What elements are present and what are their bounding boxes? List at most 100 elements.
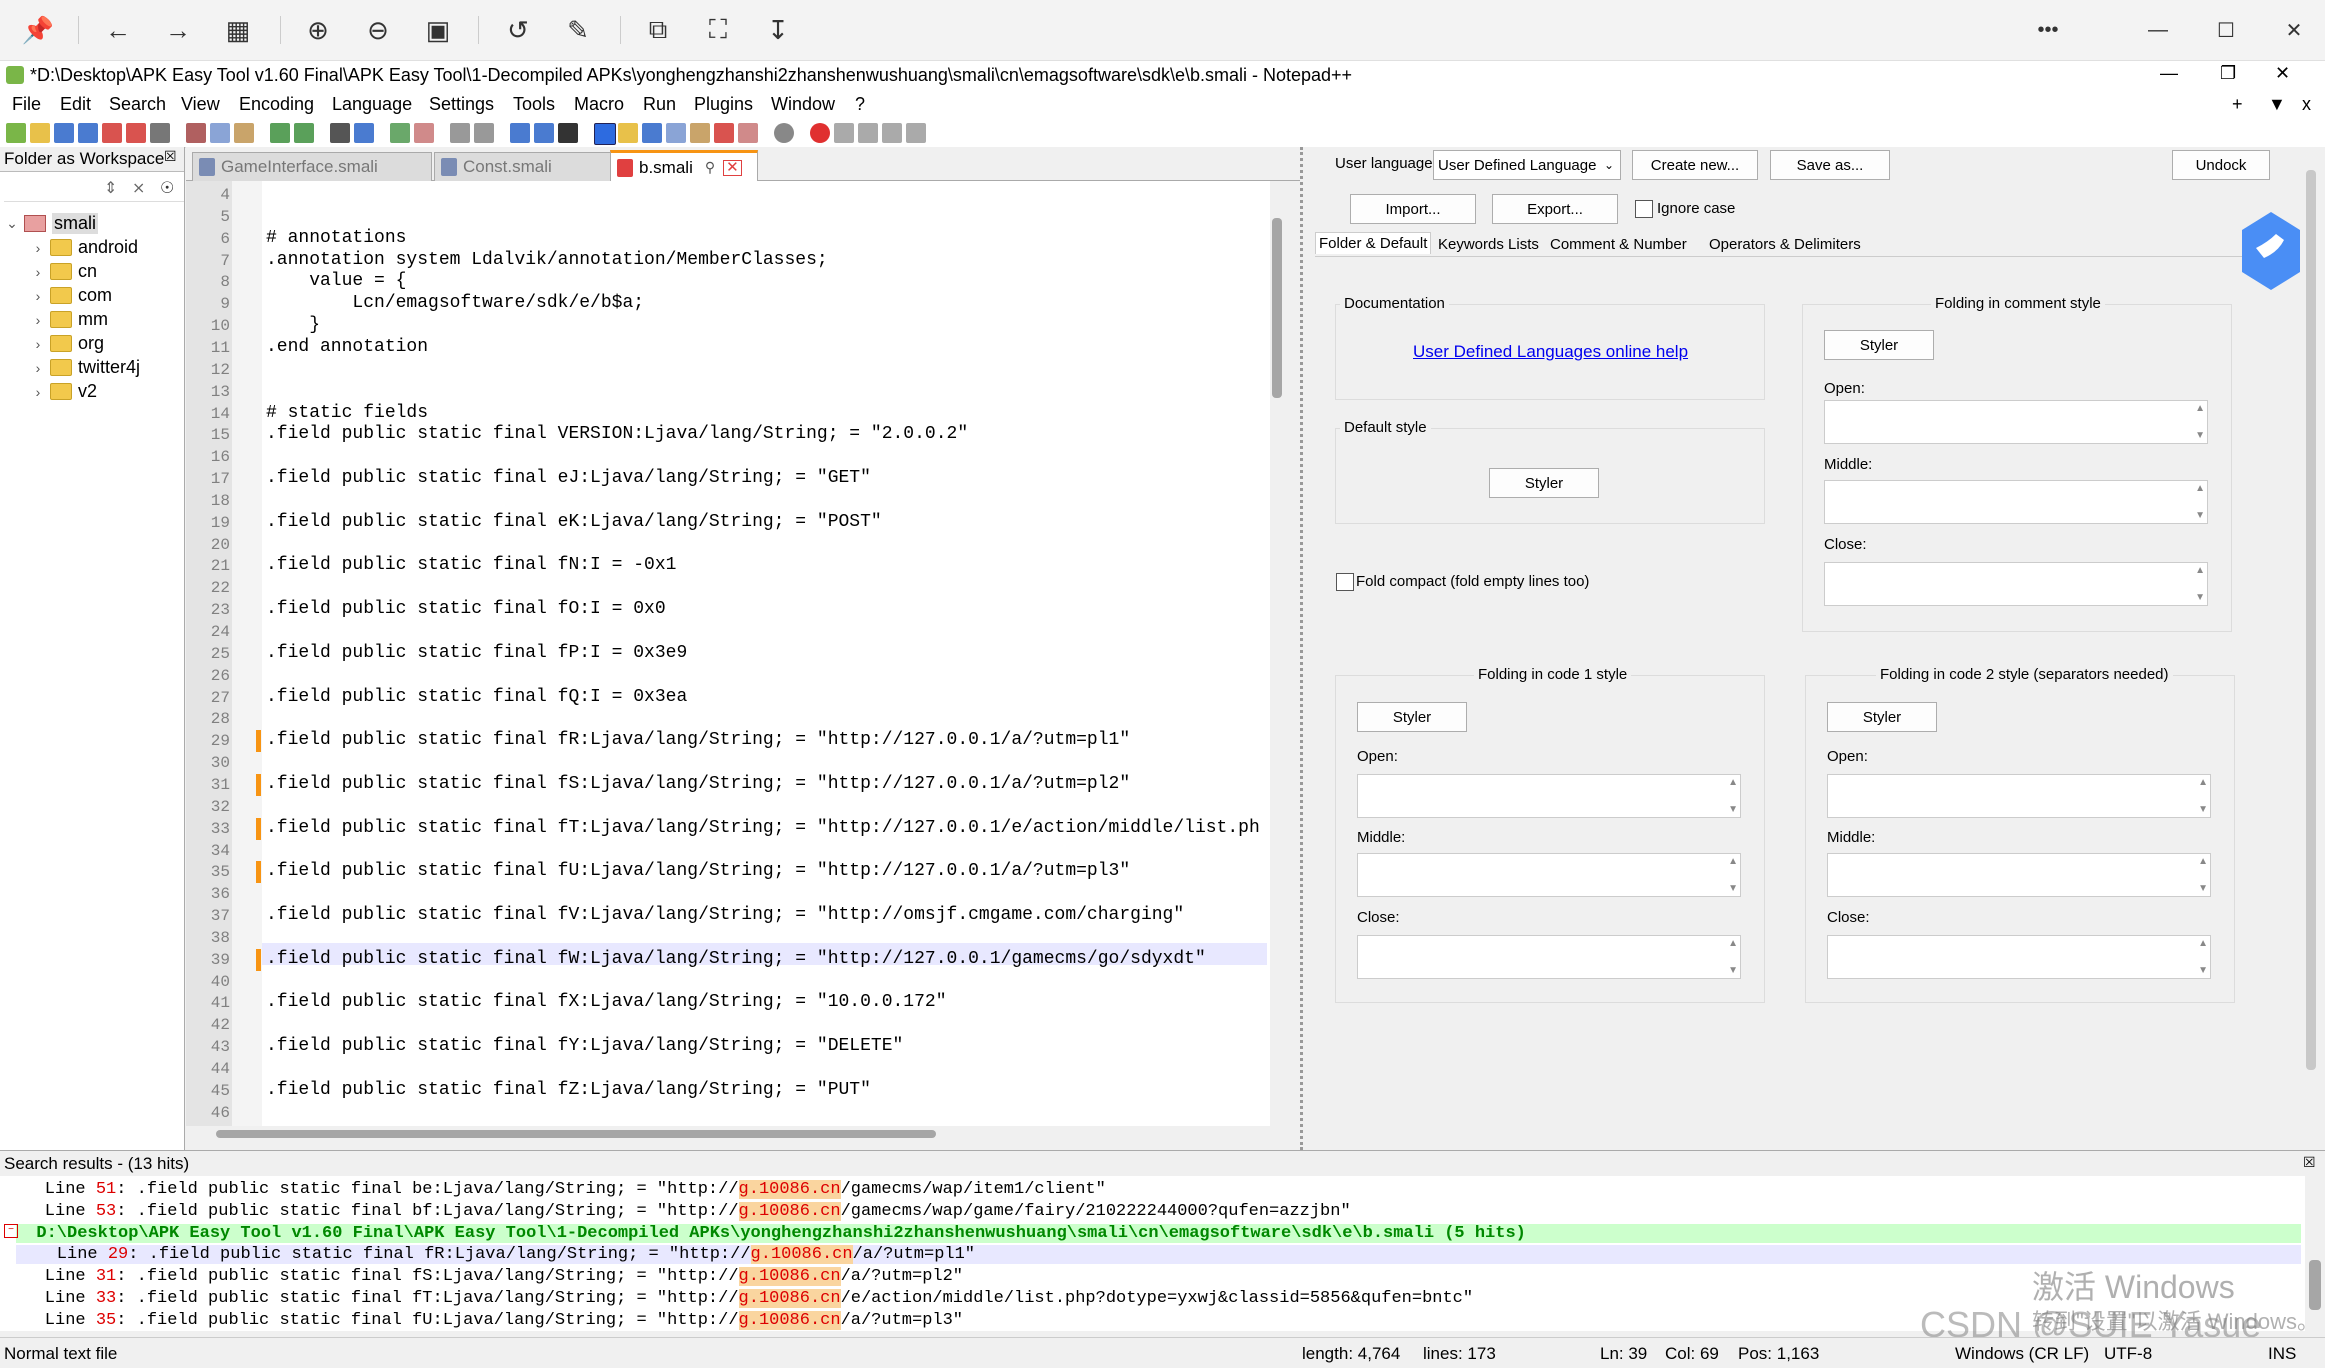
code-line[interactable]: }	[266, 315, 320, 335]
chevron-right-icon[interactable]: ›	[30, 264, 46, 280]
comment-styler-button[interactable]: Styler	[1824, 330, 1934, 360]
crop-icon[interactable]: ⛶	[700, 12, 736, 48]
run-macro-multiple-icon[interactable]	[882, 123, 902, 143]
code-line[interactable]: Lcn/emagsoftware/sdk/e/b$a;	[266, 293, 644, 313]
replace-icon[interactable]	[354, 123, 374, 143]
export-button[interactable]: Export...	[1492, 194, 1618, 224]
print-icon[interactable]	[150, 123, 170, 143]
folder-workspace-icon[interactable]	[714, 123, 734, 143]
code-line[interactable]: # static fields	[266, 403, 428, 423]
menu-macro[interactable]: Macro	[574, 94, 624, 115]
unfold-all-icon[interactable]: ⇕	[104, 178, 117, 198]
tab-const[interactable]: Const.smali	[434, 152, 612, 181]
code-line[interactable]: value = {	[266, 271, 406, 291]
doc-list-icon[interactable]	[666, 123, 686, 143]
search-hit-row[interactable]: Line 31: .field public static final fS:L…	[4, 1267, 963, 1286]
minimize-icon[interactable]: —	[2140, 12, 2176, 48]
tree-root-smali[interactable]: ⌄ smali	[4, 212, 99, 235]
copy-image-icon[interactable]: ⧉	[640, 12, 676, 48]
redo-icon[interactable]	[294, 123, 314, 143]
code-line[interactable]: .end annotation	[266, 337, 428, 357]
locate-icon[interactable]: ☉	[160, 178, 174, 198]
fold-all-icon[interactable]: ⨯	[132, 178, 145, 198]
forward-arrow-icon[interactable]: →	[160, 12, 196, 48]
close-file-icon[interactable]	[102, 123, 122, 143]
code-line[interactable]: .field public static final VERSION:Ljava…	[266, 424, 968, 444]
open-file-icon[interactable]	[30, 123, 50, 143]
pin-tab-icon[interactable]: ⚲	[705, 159, 715, 176]
code-line[interactable]: .field public static final fS:Ljava/lang…	[266, 774, 1130, 794]
code2-open-field[interactable]: ▲ ▼	[1827, 774, 2211, 818]
code-line[interactable]: .field public static final fW:Ljava/lang…	[266, 949, 1206, 969]
tab-gameinterface[interactable]: GameInterface.smali	[192, 152, 432, 181]
chevron-right-icon[interactable]: ›	[30, 240, 46, 256]
npp-minimize-icon[interactable]: —	[2160, 63, 2178, 84]
back-arrow-icon[interactable]: ←	[100, 12, 136, 48]
undo-icon[interactable]	[270, 123, 290, 143]
function-list-icon[interactable]	[690, 123, 710, 143]
menu-language[interactable]: Language	[332, 94, 412, 115]
code1-middle-field[interactable]: ▲ ▼	[1357, 853, 1741, 897]
doc-map-icon[interactable]	[642, 123, 662, 143]
save-as-button[interactable]: Save as...	[1770, 150, 1890, 180]
play-macro-icon[interactable]	[858, 123, 878, 143]
tab-b-smali[interactable]: b.smali ⚲ ✕	[610, 150, 758, 182]
close-icon[interactable]: ✕	[2276, 12, 2312, 48]
chevron-right-icon[interactable]: ›	[30, 312, 46, 328]
udl-tab-comment-number[interactable]: Comment & Number	[1550, 236, 1687, 253]
collapse-icon[interactable]: −	[4, 1224, 18, 1238]
zoom-out-icon[interactable]: ⊖	[360, 12, 396, 48]
grid-icon[interactable]: ▦	[220, 12, 256, 48]
edit-icon[interactable]: ✎	[560, 12, 596, 48]
chevron-right-icon[interactable]: ›	[30, 336, 46, 352]
menu-edit[interactable]: Edit	[60, 94, 91, 115]
search-hit-row[interactable]: Line 35: .field public static final fU:L…	[4, 1311, 963, 1330]
udl-tab-folder-default[interactable]: Folder & Default	[1315, 232, 1432, 254]
code1-open-field[interactable]: ▲ ▼	[1357, 774, 1741, 818]
udl-icon[interactable]	[618, 123, 638, 143]
menu-tools[interactable]: Tools	[513, 94, 555, 115]
chevron-down-icon[interactable]: ⌄	[4, 215, 20, 232]
comment-open-field[interactable]: ▲ ▼	[1824, 400, 2208, 444]
code-line[interactable]: .field public static final fN:I = -0x1	[266, 555, 676, 575]
zoom-in-tool-icon[interactable]	[390, 123, 410, 143]
stop-macro-icon[interactable]	[834, 123, 854, 143]
menu-settings[interactable]: Settings	[429, 94, 494, 115]
code-line[interactable]: .annotation system Ldalvik/annotation/Me…	[266, 250, 828, 270]
menu-file[interactable]: File	[12, 94, 41, 115]
save-macro-icon[interactable]	[906, 123, 926, 143]
fold-compact-checkbox[interactable]	[1336, 573, 1354, 591]
cut-icon[interactable]	[186, 123, 206, 143]
udl-online-help-link[interactable]: User Defined Languages online help	[1413, 342, 1688, 362]
record-macro-icon[interactable]	[810, 123, 830, 143]
code-line[interactable]: .field public static final fY:Ljava/lang…	[266, 1036, 903, 1056]
menu-view[interactable]: View	[181, 94, 220, 115]
code-line[interactable]: .field public static final fU:Ljava/lang…	[266, 861, 1130, 881]
close-all-icon[interactable]	[126, 123, 146, 143]
find-icon[interactable]	[330, 123, 350, 143]
menu-help[interactable]: ?	[855, 94, 865, 115]
search-hit-row[interactable]: Line 53: .field public static final bf:L…	[4, 1202, 1351, 1221]
code-line[interactable]: .field public static final fR:Ljava/lang…	[266, 730, 1130, 750]
bird-float-icon[interactable]	[2242, 212, 2300, 292]
code2-close-field[interactable]: ▲ ▼	[1827, 935, 2211, 979]
indent-guide-icon[interactable]	[594, 123, 616, 145]
menu-close-doc[interactable]: x	[2302, 94, 2311, 115]
code2-styler-button[interactable]: Styler	[1827, 702, 1937, 732]
code-line[interactable]: .field public static final fQ:I = 0x3ea	[266, 687, 687, 707]
search-hit-row[interactable]: Line 29: .field public static final fR:L…	[16, 1245, 2301, 1264]
sync-h-icon[interactable]	[474, 123, 494, 143]
menu-new-tab[interactable]: +	[2232, 94, 2243, 115]
new-file-icon[interactable]	[6, 123, 26, 143]
tree-folder[interactable]: › org	[30, 332, 104, 355]
create-new-button[interactable]: Create new...	[1632, 150, 1758, 180]
code2-middle-field[interactable]: ▲ ▼	[1827, 853, 2211, 897]
tree-folder[interactable]: › mm	[30, 308, 108, 331]
menu-encoding[interactable]: Encoding	[239, 94, 314, 115]
code-line[interactable]: .field public static final fO:I = 0x0	[266, 599, 666, 619]
code-line[interactable]: .field public static final fV:Ljava/lang…	[266, 905, 1184, 925]
udl-scrollbar[interactable]	[2306, 170, 2316, 1070]
paste-icon[interactable]	[234, 123, 254, 143]
search-vscroll-thumb[interactable]	[2309, 1260, 2321, 1310]
search-results-close-icon[interactable]: ☒	[2303, 1154, 2316, 1171]
